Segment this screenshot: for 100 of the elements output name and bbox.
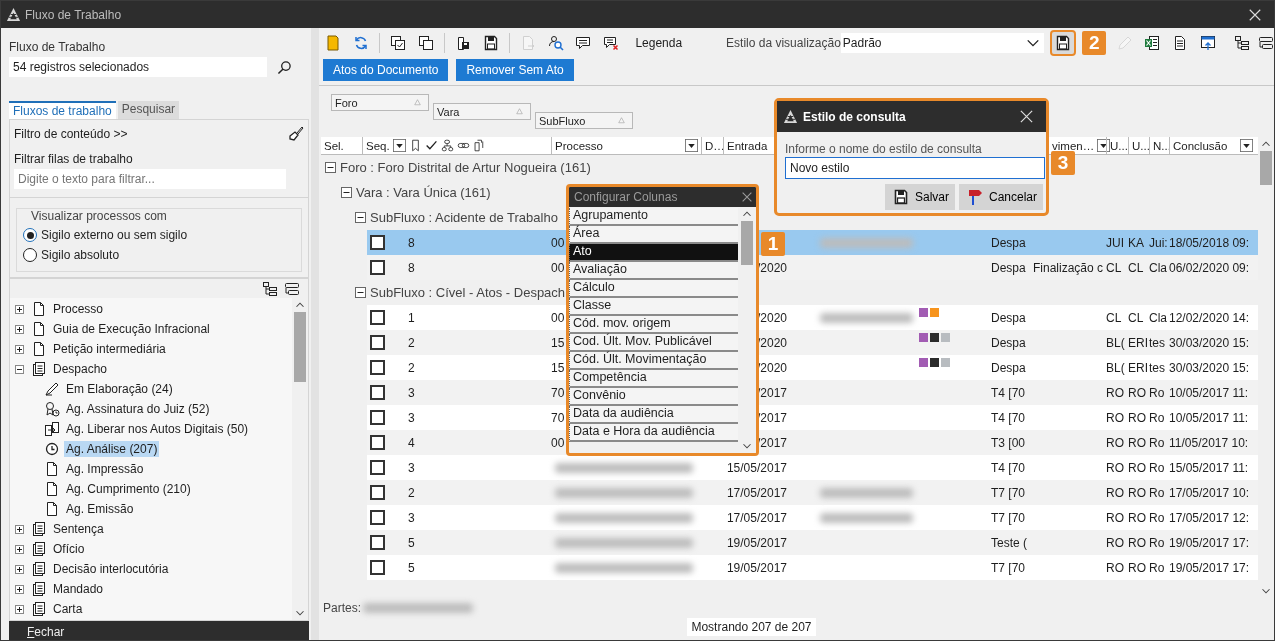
column-option[interactable]: Competência xyxy=(569,370,738,388)
column-header[interactable]: Entrada xyxy=(727,139,768,152)
tree-item[interactable]: Guia de Execução Infracional xyxy=(51,321,212,337)
tree-item[interactable]: Ofício xyxy=(51,541,87,557)
row-checkbox[interactable] xyxy=(370,560,385,575)
collapse-icon[interactable] xyxy=(355,212,366,223)
selection-field[interactable]: 54 registros selecionados xyxy=(9,57,267,77)
column-option[interactable]: Data da audiência xyxy=(569,406,738,424)
expand-icon[interactable] xyxy=(15,544,24,554)
list-view-icon[interactable] xyxy=(1257,35,1274,51)
filter-toggle[interactable]: Filtro de conteúdo >> xyxy=(14,127,128,141)
close-icon[interactable] xyxy=(1019,109,1034,124)
toolbar-button[interactable] xyxy=(1052,32,1075,54)
row-checkbox[interactable] xyxy=(370,385,385,400)
column-header[interactable]: Conclusão xyxy=(1173,139,1228,152)
tab[interactable]: Fluxos de trabalho xyxy=(9,101,116,119)
search-icon[interactable] xyxy=(277,59,292,75)
radio-button[interactable] xyxy=(23,248,37,262)
action-button[interactable]: Atos do Documento xyxy=(323,59,449,81)
tree-item[interactable]: Petição intermediária xyxy=(51,341,168,357)
row-checkbox[interactable] xyxy=(370,535,385,550)
tab[interactable]: Pesquisar xyxy=(117,101,180,119)
close-icon[interactable] xyxy=(740,190,754,204)
radio-label[interactable]: Sigilo absoluto xyxy=(41,248,120,262)
expand-icon[interactable] xyxy=(15,344,24,354)
collapse-icon[interactable] xyxy=(355,287,366,298)
dropdown-button[interactable] xyxy=(685,139,698,152)
style-name-field[interactable]: Novo estilo xyxy=(785,157,1045,179)
row-checkbox[interactable] xyxy=(370,335,385,350)
filter-field[interactable]: Digite o texto para filtrar... xyxy=(14,169,286,189)
tree-item[interactable]: Processo xyxy=(51,301,106,317)
group-chip[interactable]: SubFluxo xyxy=(535,112,633,129)
row-checkbox[interactable] xyxy=(370,235,385,250)
table-row[interactable]: 5 19/05/2017 T7 [70 RO RO Ro 19/05/2017 17: xyxy=(367,555,1258,580)
close-button[interactable]: Fechar xyxy=(9,621,309,640)
tree-item[interactable]: Despacho xyxy=(51,361,110,377)
tree-item[interactable]: Mandado xyxy=(51,581,106,597)
column-header[interactable]: Processo xyxy=(555,139,603,152)
dialog-button[interactable]: Salvar xyxy=(884,184,955,210)
column-option[interactable]: Cálculo xyxy=(569,280,738,298)
action-button[interactable]: Remover Sem Ato xyxy=(456,59,574,81)
expand-icon[interactable] xyxy=(15,304,24,314)
column-option[interactable]: Cód. mov. origem xyxy=(569,316,738,334)
dropdown-button[interactable] xyxy=(1097,139,1111,152)
radio-button[interactable] xyxy=(23,228,37,242)
tree-view-icon[interactable] xyxy=(1233,35,1250,51)
tree-item[interactable]: Ag. Liberar nos Autos Digitais (50) xyxy=(64,421,251,437)
dropdown-button[interactable] xyxy=(1240,139,1253,152)
row-checkbox[interactable] xyxy=(370,485,385,500)
row-checkbox[interactable] xyxy=(370,260,385,275)
column-option[interactable]: Ato xyxy=(569,244,738,262)
row-checkbox[interactable] xyxy=(370,410,385,425)
column-header[interactable]: Sel. xyxy=(324,139,344,152)
column-header[interactable]: Seq. xyxy=(366,139,390,152)
view-style-dropdown[interactable]: Padrão xyxy=(840,33,1045,53)
column-option[interactable]: Classe xyxy=(569,298,738,316)
tree-item[interactable]: Em Elaboração (24) xyxy=(64,381,175,397)
scrollbar[interactable] xyxy=(292,298,308,620)
collapse-icon[interactable] xyxy=(15,364,24,374)
table-row[interactable]: 3 15/05/2017 T4 [70 RO RO Ro 15/05/2017 11: xyxy=(367,455,1258,480)
column-header[interactable]: D… xyxy=(705,139,725,152)
row-checkbox[interactable] xyxy=(370,435,385,450)
expand-icon[interactable] xyxy=(15,604,24,614)
expand-icon[interactable] xyxy=(15,564,24,574)
expand-icon[interactable] xyxy=(15,584,24,594)
dialog-button[interactable]: Cancelar xyxy=(958,184,1043,210)
column-header[interactable]: U... xyxy=(1132,139,1150,152)
column-option[interactable]: Cod. Últ. Mov. Publicável xyxy=(569,334,738,352)
scrollbar-thumb[interactable] xyxy=(741,221,753,265)
row-checkbox[interactable] xyxy=(370,360,385,375)
legend-link[interactable]: Legenda xyxy=(635,36,683,50)
row-checkbox[interactable] xyxy=(370,460,385,475)
column-header[interactable]: vimen… xyxy=(1052,139,1095,152)
radio-label[interactable]: Sigilo externo ou sem sigilo xyxy=(41,228,188,242)
table-row[interactable]: 3 17/05/2017 T7 [70 RO RO Ro 17/05/2017 12: xyxy=(367,505,1258,530)
column-header[interactable]: N... xyxy=(1153,139,1171,152)
tree-item[interactable]: Ag. Análise (207) xyxy=(64,441,160,457)
column-option[interactable]: Agrupamento xyxy=(569,208,738,226)
dropdown-button[interactable] xyxy=(392,139,406,152)
tree-item[interactable]: Ag. Cumprimento (210) xyxy=(64,481,193,497)
group-chip[interactable]: Foro xyxy=(331,94,429,111)
brush-icon[interactable] xyxy=(288,126,304,142)
close-icon[interactable] xyxy=(1248,7,1262,22)
expand-icon[interactable] xyxy=(15,324,24,334)
row-checkbox[interactable] xyxy=(370,510,385,525)
column-option[interactable]: Área xyxy=(569,226,738,244)
scrollbar-thumb[interactable] xyxy=(1260,151,1272,185)
column-option[interactable]: Convênio xyxy=(569,388,738,406)
column-option[interactable]: Cód. Últ. Movimentação xyxy=(569,352,738,370)
column-option[interactable]: Avaliação xyxy=(569,262,738,280)
collapse-icon[interactable] xyxy=(341,187,352,198)
expand-icon[interactable] xyxy=(15,524,24,534)
scrollbar-thumb[interactable] xyxy=(294,312,306,382)
collapse-icon[interactable] xyxy=(325,162,336,173)
column-option[interactable]: Data e Hora da audiência xyxy=(569,424,738,442)
column-header[interactable]: U... xyxy=(1110,139,1128,152)
tree-item[interactable]: Ag. Assinatura do Juiz (52) xyxy=(64,401,212,417)
tree-item[interactable]: Decisão interlocutória xyxy=(51,561,171,577)
group-chip[interactable]: Vara xyxy=(433,103,531,120)
tree-item[interactable]: Carta xyxy=(51,601,85,617)
